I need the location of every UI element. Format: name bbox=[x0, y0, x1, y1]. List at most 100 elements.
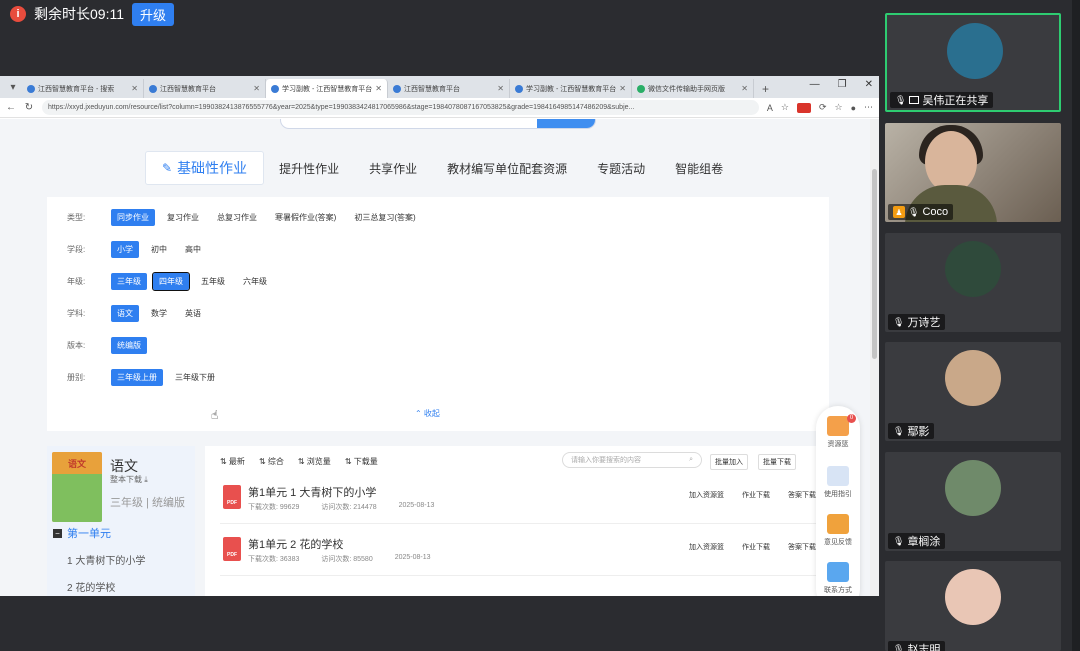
page-scrollbar[interactable] bbox=[870, 119, 879, 596]
site-search-button[interactable] bbox=[537, 119, 595, 128]
upgrade-button[interactable]: 升级 bbox=[132, 2, 175, 26]
homework-download-button[interactable]: 作业下载 bbox=[742, 542, 770, 552]
filter-option[interactable]: 三年级下册 bbox=[169, 369, 221, 386]
filter-option[interactable]: 三年级 bbox=[111, 273, 147, 290]
filter-option[interactable]: 小学 bbox=[111, 241, 139, 258]
resource-title[interactable]: 第1单元 1 大青树下的小学 bbox=[248, 484, 376, 500]
settings-icon[interactable]: ⟳ bbox=[819, 102, 827, 113]
read-aloud-icon[interactable]: A bbox=[767, 103, 773, 113]
new-tab-icon[interactable]: + bbox=[754, 82, 777, 96]
tab-advanced-homework[interactable]: 提升性作业 bbox=[264, 160, 354, 177]
filter-option[interactable]: 三年级上册 bbox=[111, 369, 163, 386]
browser-tab[interactable]: 江西智慧教育平台 - 搜索 ✕ bbox=[22, 79, 144, 98]
resource-basket-button[interactable]: 资源篮 0 bbox=[816, 414, 860, 449]
tab-special-activities[interactable]: 专题活动 bbox=[582, 160, 660, 177]
filter-option[interactable]: 数学 bbox=[145, 305, 173, 322]
filter-option[interactable]: 六年级 bbox=[237, 273, 273, 290]
homework-download-button[interactable]: 作业下载 bbox=[742, 490, 770, 500]
close-window-icon[interactable]: ✕ bbox=[865, 79, 873, 90]
filter-option[interactable]: 初三总复习(答案) bbox=[348, 209, 421, 226]
participant-tile[interactable]: 🎙 赵志明 bbox=[885, 561, 1061, 651]
participant-tile[interactable]: 🎙 章榈涂 bbox=[885, 452, 1061, 551]
filter-option[interactable]: 初中 bbox=[145, 241, 173, 258]
participant-tile[interactable]: 🎙 万诗艺 bbox=[885, 233, 1061, 332]
filter-option-hovered[interactable]: 四年级 bbox=[152, 272, 190, 291]
participant-tile[interactable]: 🎙 吴伟正在共享 bbox=[885, 13, 1061, 112]
feedback-button[interactable]: 意见反馈 bbox=[816, 514, 860, 547]
resource-title[interactable]: 第1单元 2 花的学校 bbox=[248, 536, 343, 552]
tab-close-icon[interactable]: ✕ bbox=[253, 84, 260, 93]
resource-stats: 下载次数: 99629 访问次数: 214478 2025-08-13 bbox=[248, 502, 435, 511]
filter-option[interactable]: 同步作业 bbox=[111, 209, 155, 226]
filter-option[interactable]: 复习作业 bbox=[161, 209, 205, 226]
book-cover-image: 语文 bbox=[52, 452, 102, 522]
browser-tab-active[interactable]: 学习副教 - 江西智慧教育平台 ✕ bbox=[266, 79, 388, 98]
tab-close-icon[interactable]: ✕ bbox=[619, 84, 626, 93]
filter-option[interactable]: 总复习作业 bbox=[211, 209, 263, 226]
minimize-icon[interactable]: — bbox=[810, 79, 820, 90]
microphone-icon: 🎙 bbox=[895, 94, 907, 105]
book-title: 语文 bbox=[110, 458, 138, 474]
browser-tab[interactable]: 学习副教 - 江西智慧教育平台 ✕ bbox=[510, 79, 632, 98]
resource-row[interactable]: PDF 第1单元 2 花的学校 下载次数: 36383 访问次数: 85580 … bbox=[220, 532, 816, 576]
browser-tab[interactable]: 微信文件传输助手网页版 ✕ bbox=[632, 79, 754, 98]
back-icon[interactable]: ← bbox=[6, 102, 16, 113]
answer-download-button[interactable]: 答案下载 bbox=[788, 542, 816, 552]
batch-add-button[interactable]: 批量加入 bbox=[710, 454, 748, 470]
collapse-filters-button[interactable]: ⌃ 收起 bbox=[415, 408, 440, 419]
sort-downloads[interactable]: ⇅ 下载量 bbox=[345, 456, 378, 467]
sort-newest[interactable]: ⇅ 最新 bbox=[220, 456, 245, 467]
browser-tab[interactable]: 江西智慧教育平台 ✕ bbox=[388, 79, 510, 98]
site-search-bar[interactable] bbox=[280, 119, 596, 129]
book-download-link[interactable]: 整本下载 ⤓ bbox=[110, 474, 148, 485]
filter-option[interactable]: 高中 bbox=[179, 241, 207, 258]
scroll-thumb[interactable] bbox=[872, 169, 877, 359]
participant-tile[interactable]: 🎙 鄢影 bbox=[885, 342, 1061, 441]
maximize-icon[interactable]: ❐ bbox=[838, 79, 847, 90]
add-to-basket-button[interactable]: 加入资源篮 bbox=[689, 490, 724, 500]
tab-menu-icon[interactable]: ▾ bbox=[4, 78, 22, 96]
tab-close-icon[interactable]: ✕ bbox=[741, 84, 748, 93]
info-icon: i bbox=[10, 6, 26, 22]
collections-icon[interactable]: ☆ bbox=[834, 102, 842, 113]
tab-textbook-resources[interactable]: 教材编写单位配套资源 bbox=[432, 160, 582, 177]
url-field[interactable]: https://xxyd.jxeduyun.com/resource/list?… bbox=[42, 100, 759, 115]
meeting-timer-bar: i 剩余时长09:11 升级 bbox=[10, 2, 175, 26]
resource-row[interactable]: PDF 第1单元 1 大青树下的小学 下载次数: 99629 访问次数: 214… bbox=[220, 480, 816, 524]
more-icon[interactable]: ⋯ bbox=[864, 102, 873, 113]
sort-overall[interactable]: ⇅ 综合 bbox=[259, 456, 284, 467]
batch-download-button[interactable]: 批量下载 bbox=[758, 454, 796, 470]
profile-icon[interactable]: ● bbox=[851, 103, 856, 113]
sort-views[interactable]: ⇅ 浏览量 bbox=[298, 456, 331, 467]
filter-option[interactable]: 英语 bbox=[179, 305, 207, 322]
browser-tab[interactable]: 江西智慧教育平台 ✕ bbox=[144, 79, 266, 98]
add-to-basket-button[interactable]: 加入资源篮 bbox=[689, 542, 724, 552]
contact-button[interactable]: 联系方式 bbox=[816, 562, 860, 595]
participant-tile[interactable]: ♟ 🎙 Coco bbox=[885, 123, 1061, 222]
usage-guide-button[interactable]: 使用指引 bbox=[816, 466, 860, 499]
remaining-time: 剩余时长09:11 bbox=[34, 6, 124, 22]
tab-basic-homework[interactable]: ✎ 基础性作业 bbox=[145, 151, 265, 185]
extension-icon[interactable] bbox=[796, 102, 811, 113]
list-search-input[interactable]: 请输入你要搜索的内容 ⌕ bbox=[562, 452, 702, 468]
search-icon[interactable]: ⌕ bbox=[689, 456, 693, 464]
tab-close-icon[interactable]: ✕ bbox=[497, 84, 504, 93]
lesson-item[interactable]: 2 花的学校 bbox=[67, 579, 115, 594]
tab-shared-homework[interactable]: 共享作业 bbox=[354, 160, 432, 177]
filter-option[interactable]: 寒暑假作业(答案) bbox=[269, 209, 342, 226]
tab-smart-paper[interactable]: 智能组卷 bbox=[660, 160, 738, 177]
tab-close-icon[interactable]: ✕ bbox=[131, 84, 138, 93]
microphone-icon: 🎙 bbox=[908, 206, 920, 217]
refresh-icon[interactable]: ↻ bbox=[24, 102, 34, 113]
answer-download-button[interactable]: 答案下载 bbox=[788, 490, 816, 500]
collapse-unit-icon[interactable]: − bbox=[53, 528, 62, 538]
filter-option[interactable]: 统编版 bbox=[111, 337, 147, 354]
favorite-icon[interactable]: ☆ bbox=[781, 102, 789, 113]
tab-close-icon[interactable]: ✕ bbox=[375, 84, 382, 93]
basket-icon bbox=[827, 416, 849, 436]
filter-option[interactable]: 五年级 bbox=[195, 273, 231, 290]
page-viewport: ✎ 基础性作业 提升性作业 共享作业 教材编写单位配套资源 专题活动 智能组卷 类… bbox=[0, 119, 870, 596]
unit-item[interactable]: − 第一单元 bbox=[53, 525, 111, 541]
lesson-item[interactable]: 1 大青树下的小学 bbox=[67, 552, 145, 567]
filter-option[interactable]: 语文 bbox=[111, 305, 139, 322]
